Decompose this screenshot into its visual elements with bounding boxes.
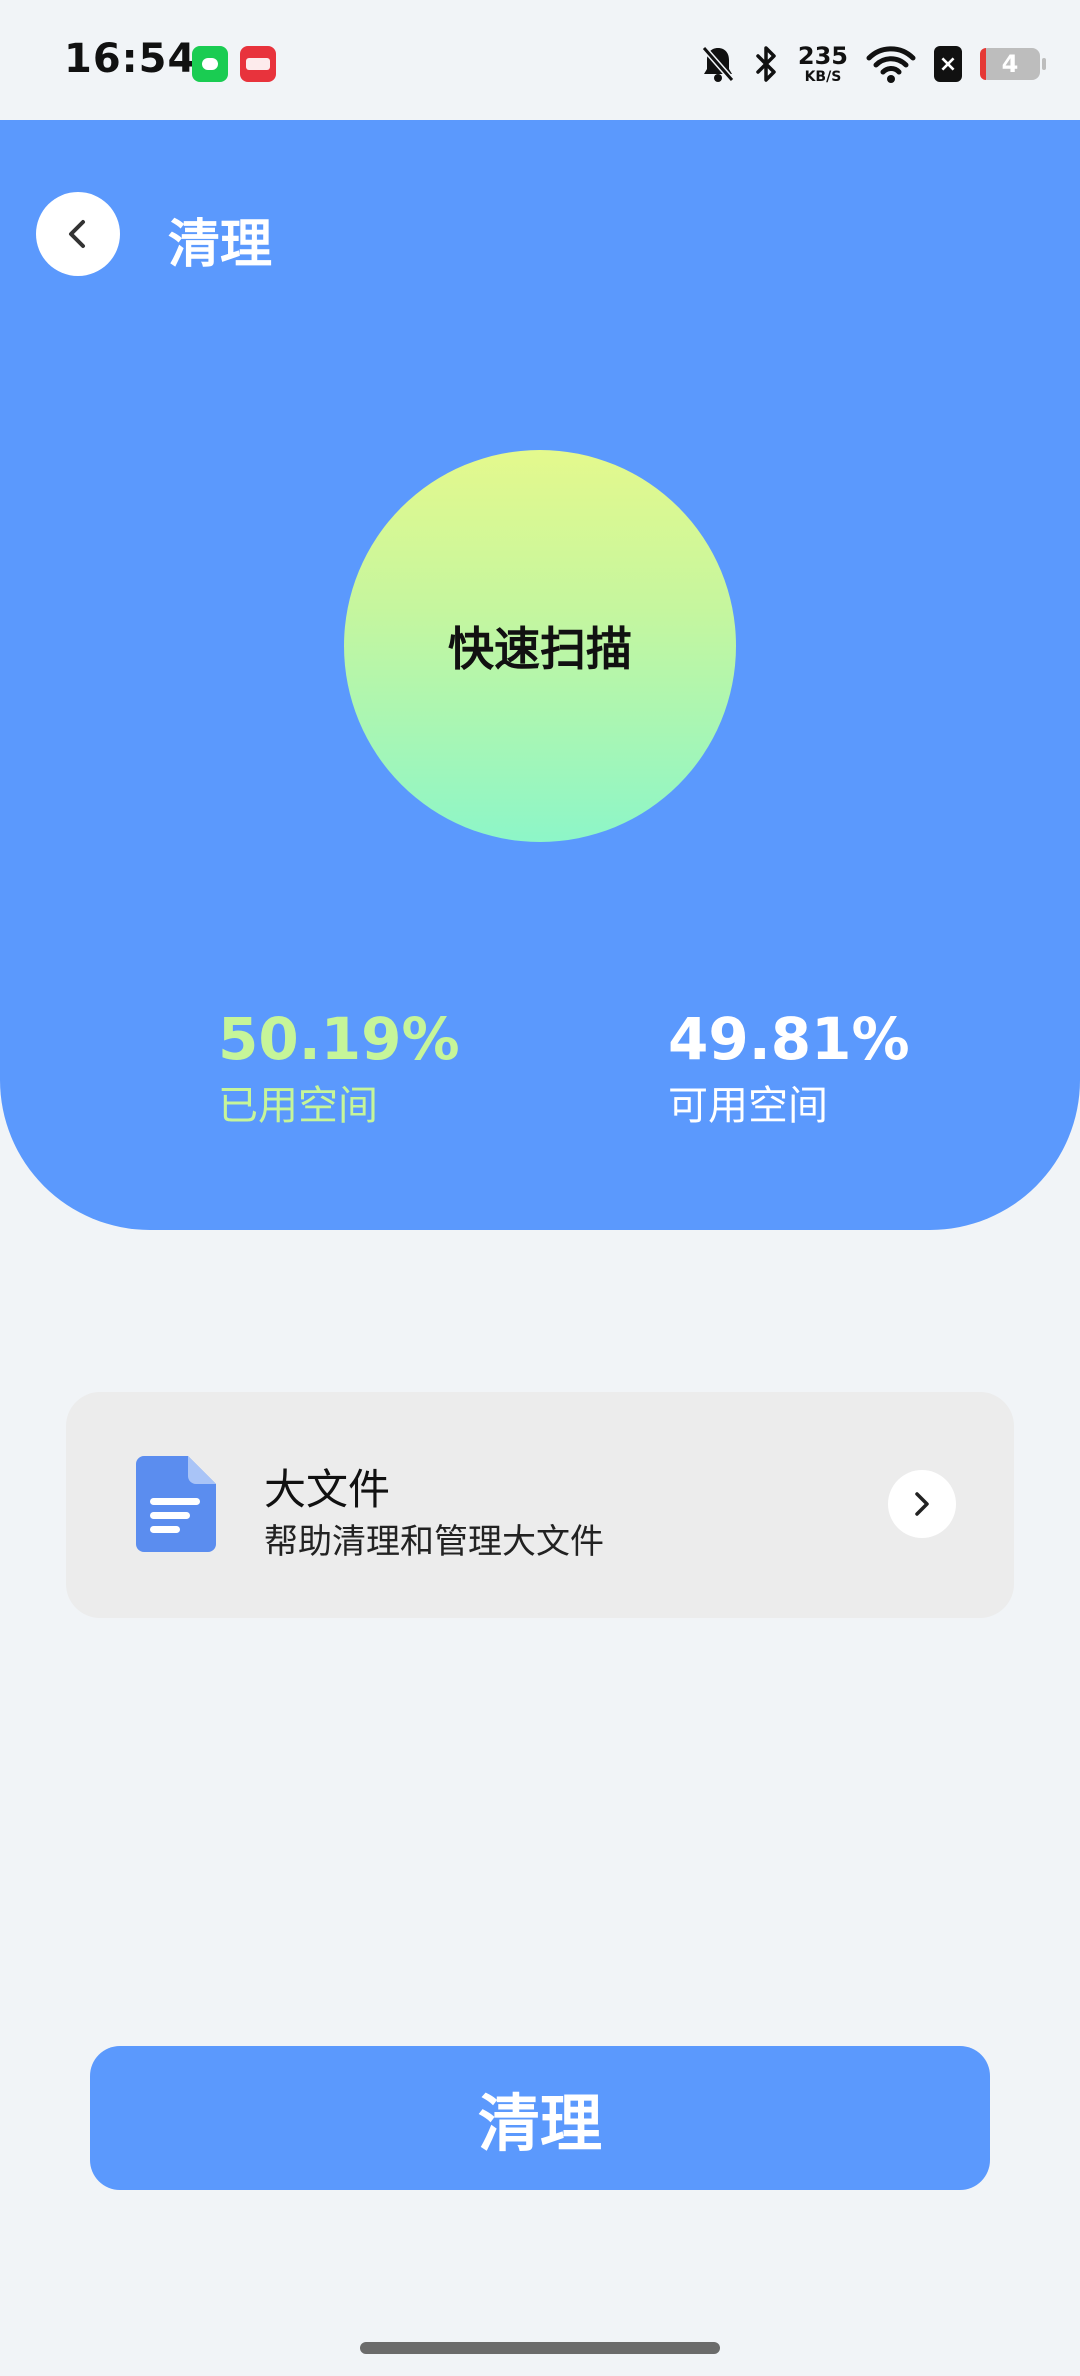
clean-button[interactable]: 清理 xyxy=(90,2046,990,2190)
xiaohongshu-app-icon xyxy=(240,46,276,82)
free-space-value: 49.81% xyxy=(668,1005,910,1073)
page-title: 清理 xyxy=(168,215,273,275)
chevron-left-icon xyxy=(69,220,85,248)
quick-scan-label: 快速扫描 xyxy=(448,622,632,676)
bell-muted-icon xyxy=(701,46,735,82)
wifi-icon xyxy=(866,46,916,83)
quick-scan-button[interactable]: 快速扫描 xyxy=(344,450,736,842)
used-space-label: 已用空间 xyxy=(218,1083,378,1129)
free-space-stat: 49.81% 可用空间 xyxy=(668,1010,910,1126)
used-space-stat: 50.19% 已用空间 xyxy=(218,1010,460,1126)
free-space-label: 可用空间 xyxy=(668,1083,828,1129)
big-file-subtitle: 帮助清理和管理大文件 xyxy=(264,1522,604,1562)
used-space-value: 50.19% xyxy=(218,1005,460,1073)
status-icons: 235 KB/S × 4 xyxy=(700,40,1046,88)
network-speed-value: 235 xyxy=(797,42,848,70)
big-file-title: 大文件 xyxy=(264,1465,391,1514)
network-speed-unit: KB/S xyxy=(804,69,842,85)
status-bar: 16:54 235 KB/S × 4 xyxy=(0,0,1080,120)
chevron-right-icon[interactable] xyxy=(888,1470,956,1538)
back-button[interactable] xyxy=(36,192,120,276)
home-indicator[interactable] xyxy=(360,2342,720,2354)
battery-level: 4 xyxy=(1001,50,1019,78)
status-time: 16:54 xyxy=(64,36,197,82)
bluetooth-icon xyxy=(756,46,776,82)
battery-icon: 4 xyxy=(980,48,1046,80)
wechat-app-icon xyxy=(192,46,228,82)
document-icon xyxy=(136,1456,216,1556)
big-file-card[interactable]: 大文件 帮助清理和管理大文件 xyxy=(66,1392,1014,1618)
network-speed: 235 KB/S xyxy=(798,44,848,84)
close-box-icon: × xyxy=(934,46,962,82)
